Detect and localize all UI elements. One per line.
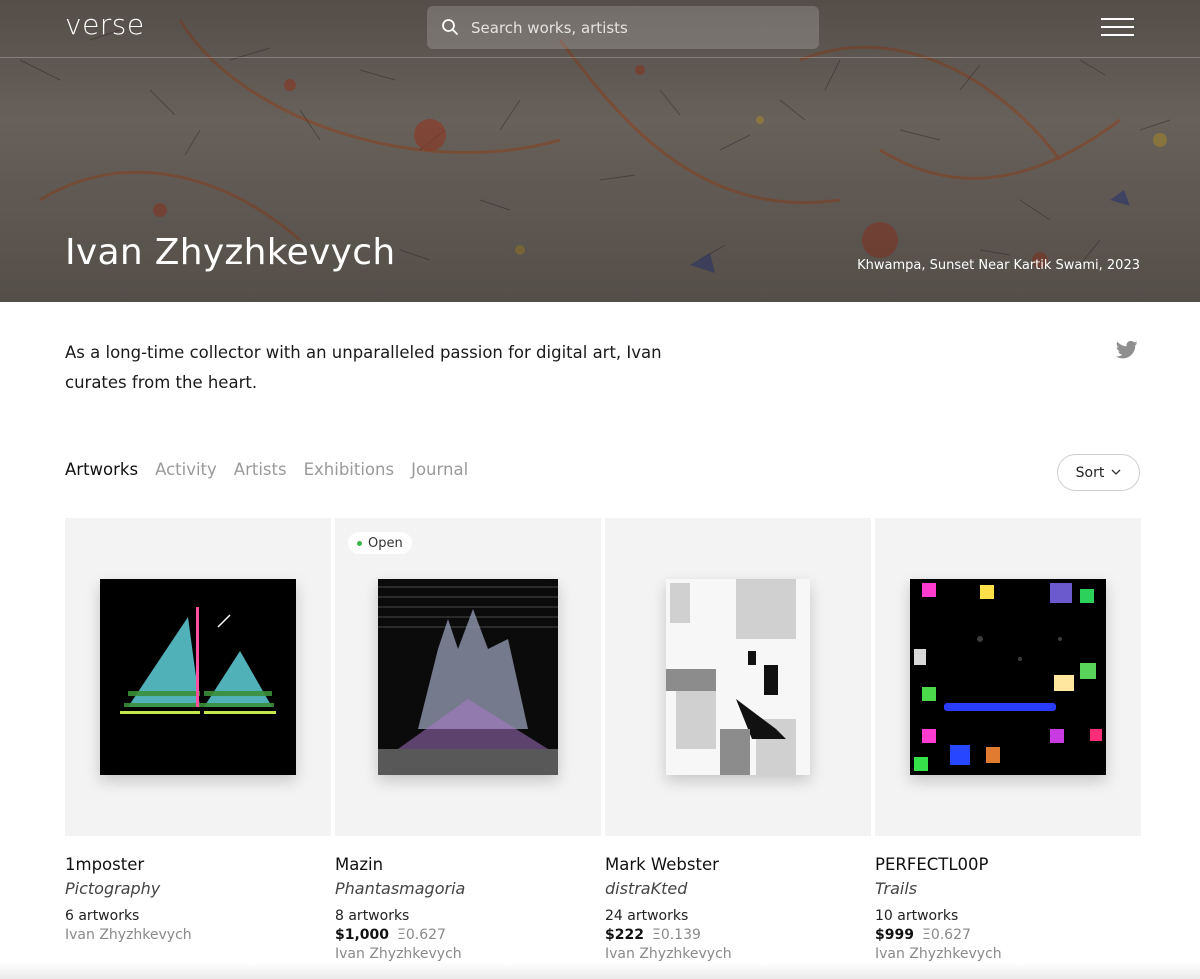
hero-image-credit[interactable]: Khwampa, Sunset Near Kartik Swami, 2023 [857,258,1140,273]
floor-price: $222 Ξ0.139 [605,927,871,943]
artist-name[interactable]: Mazin [335,855,601,874]
curator-name: Ivan Zhyzhkevych [65,927,192,943]
artwork-image [666,579,810,775]
chevron-down-icon [1111,469,1121,475]
curator-name: Ivan Zhyzhkevych [605,946,732,962]
collection-thumbnail[interactable] [65,518,331,836]
series-title: distraKted [605,879,688,898]
floor-price: $999 Ξ0.627 [875,927,1141,943]
verse-logo[interactable]: verse [65,8,145,41]
page-title: Ivan Zhyzhkevych [65,232,396,273]
price-eth: Ξ0.627 [921,927,971,943]
top-navigation-bar: verse [0,0,1200,58]
artwork-count: 24 artworks [605,908,689,924]
price-usd: $222 [605,927,644,943]
artwork-count: 6 artworks [65,908,140,924]
price-usd: $999 [875,927,914,943]
artwork-image [910,579,1106,775]
sort-label: Sort [1075,464,1105,481]
price-usd: $1,000 [335,927,390,943]
price-eth: Ξ0.139 [651,927,701,943]
status-dot-icon [357,540,362,546]
tab-activity[interactable]: Activity [155,460,217,479]
collection-card[interactable]: Open Mazin Phantasmagoria 8 artworks $1,… [335,518,601,962]
curator-name: Ivan Zhyzhkevych [335,946,462,962]
tab-journal[interactable]: Journal [411,460,468,479]
series-title: Phantasmagoria [335,879,466,898]
artist-name[interactable]: 1mposter [65,855,331,874]
collection-thumbnail[interactable] [605,518,871,836]
curator-bio: As a long-time collector with an unparal… [65,343,662,392]
artwork-count: 8 artworks [335,908,410,924]
series-title: Pictography [65,879,161,898]
tab-exhibitions[interactable]: Exhibitions [304,460,395,479]
twitter-icon[interactable] [1116,340,1138,360]
search-icon [442,19,458,35]
collection-thumbnail[interactable] [875,518,1141,836]
status-badge-label: Open [368,535,403,551]
artwork-count: 10 artworks [875,908,959,924]
curator-name: Ivan Zhyzhkevych [875,946,1002,962]
artwork-image [378,579,558,775]
sort-button[interactable]: Sort [1057,454,1140,491]
bottom-fade [0,962,1200,979]
profile-tabs: Artworks Activity Artists Exhibitions Jo… [65,460,468,479]
collection-thumbnail[interactable]: Open [335,518,601,836]
hero-banner: verse Ivan Zhyzhkevych Khwampa, Sunset N… [0,0,1200,302]
artist-name[interactable]: PERFECTL00P [875,855,1141,874]
collection-card[interactable]: PERFECTL00P Trails 10 artworks $999 Ξ0.6… [875,518,1141,962]
search-input[interactable] [471,6,811,49]
collection-card[interactable]: 1mposter Pictography 6 artworks Ivan Zhy… [65,518,331,943]
search-bar[interactable] [427,6,819,49]
artwork-image [100,579,296,775]
collection-card[interactable]: Mark Webster distraKted 24 artworks $222… [605,518,871,962]
status-badge: Open [348,532,412,554]
price-eth: Ξ0.627 [397,927,446,943]
tab-artworks[interactable]: Artworks [65,460,138,479]
artist-name[interactable]: Mark Webster [605,855,871,874]
floor-price: $1,000 Ξ0.627 [335,927,601,943]
tab-artists[interactable]: Artists [234,460,287,479]
series-title: Trails [875,879,918,898]
hamburger-menu-icon[interactable] [1101,16,1135,38]
